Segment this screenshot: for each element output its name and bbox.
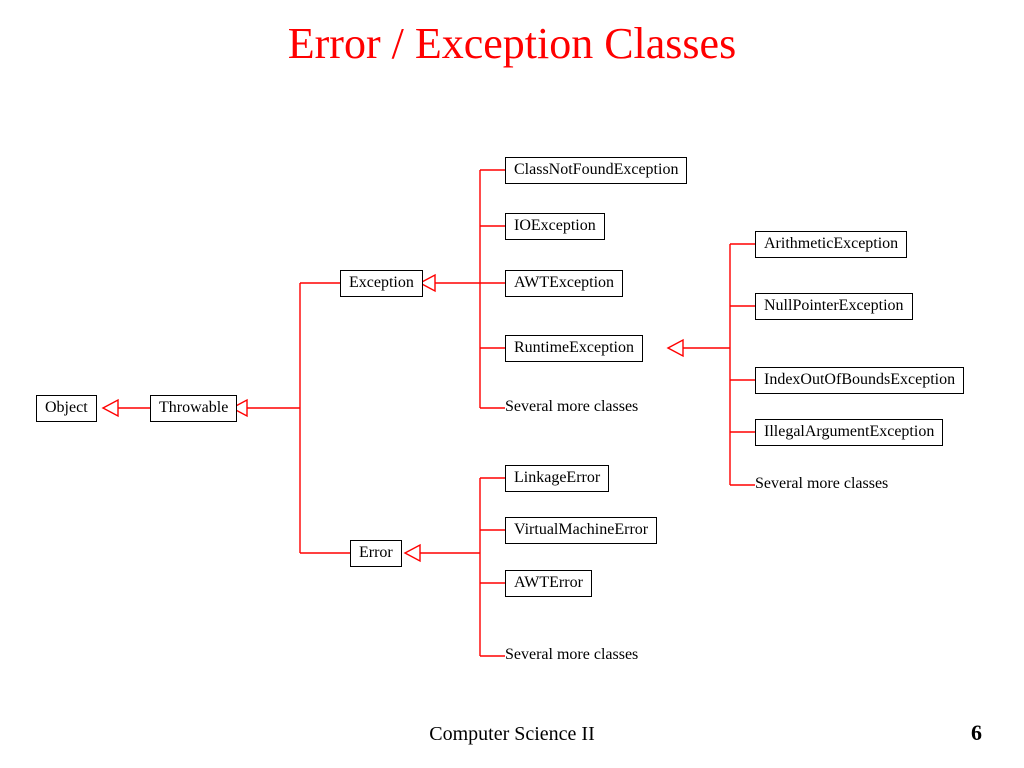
node-nullpointerexception: NullPointerException xyxy=(755,293,913,320)
node-error: Error xyxy=(350,540,402,567)
node-throwable: Throwable xyxy=(150,395,237,422)
node-awterror: AWTError xyxy=(505,570,592,597)
node-awtexception: AWTException xyxy=(505,270,623,297)
node-runtimeexception: RuntimeException xyxy=(505,335,643,362)
footer-page: 6 xyxy=(971,720,982,746)
node-indexoutofboundsexception: IndexOutOfBoundsException xyxy=(755,367,964,394)
node-illegalargumentexception: IllegalArgumentException xyxy=(755,419,943,446)
label-error-more: Several more classes xyxy=(505,646,638,664)
node-arithmeticexception: ArithmeticException xyxy=(755,231,907,258)
node-ioexception: IOException xyxy=(505,213,605,240)
node-classnotfoundexception: ClassNotFoundException xyxy=(505,157,687,184)
node-exception: Exception xyxy=(340,270,423,297)
label-runtime-more: Several more classes xyxy=(755,475,888,493)
node-linkageerror: LinkageError xyxy=(505,465,609,492)
footer-course: Computer Science II xyxy=(0,723,1024,746)
node-virtualmachineerror: VirtualMachineError xyxy=(505,517,657,544)
label-exception-more: Several more classes xyxy=(505,398,638,416)
node-object: Object xyxy=(36,395,97,422)
